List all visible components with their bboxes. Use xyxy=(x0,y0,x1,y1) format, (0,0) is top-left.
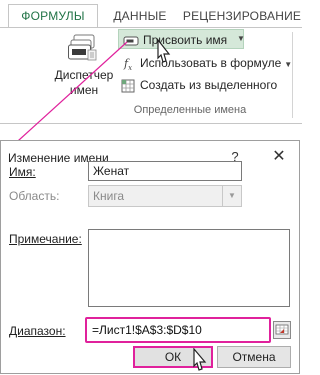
name-field[interactable]: Женат xyxy=(88,161,242,181)
name-label: Имя: xyxy=(9,165,36,179)
range-select-icon xyxy=(275,324,289,335)
range-label: Диапазон: xyxy=(9,324,66,338)
edit-name-dialog: Изменение имени ? ✕ Имя: Женат Область: … xyxy=(0,140,300,374)
close-icon[interactable]: ✕ xyxy=(269,147,289,167)
range-field[interactable]: =Лист1!$A$3:$D$10 xyxy=(89,321,267,339)
scope-select: Книга ▼ xyxy=(88,185,242,207)
scope-value: Книга xyxy=(93,189,125,203)
collapse-dialog-button[interactable] xyxy=(273,321,291,339)
range-field-highlight: =Лист1!$A$3:$D$10 xyxy=(85,317,271,343)
callout-connector-line xyxy=(7,41,128,151)
comment-label: Примечание: xyxy=(9,232,82,246)
chevron-down-icon: ▼ xyxy=(222,186,241,206)
cancel-button[interactable]: Отмена xyxy=(217,346,291,368)
scope-label: Область: xyxy=(9,189,60,203)
mouse-cursor-icon xyxy=(193,348,207,371)
comment-textarea[interactable] xyxy=(88,229,290,307)
